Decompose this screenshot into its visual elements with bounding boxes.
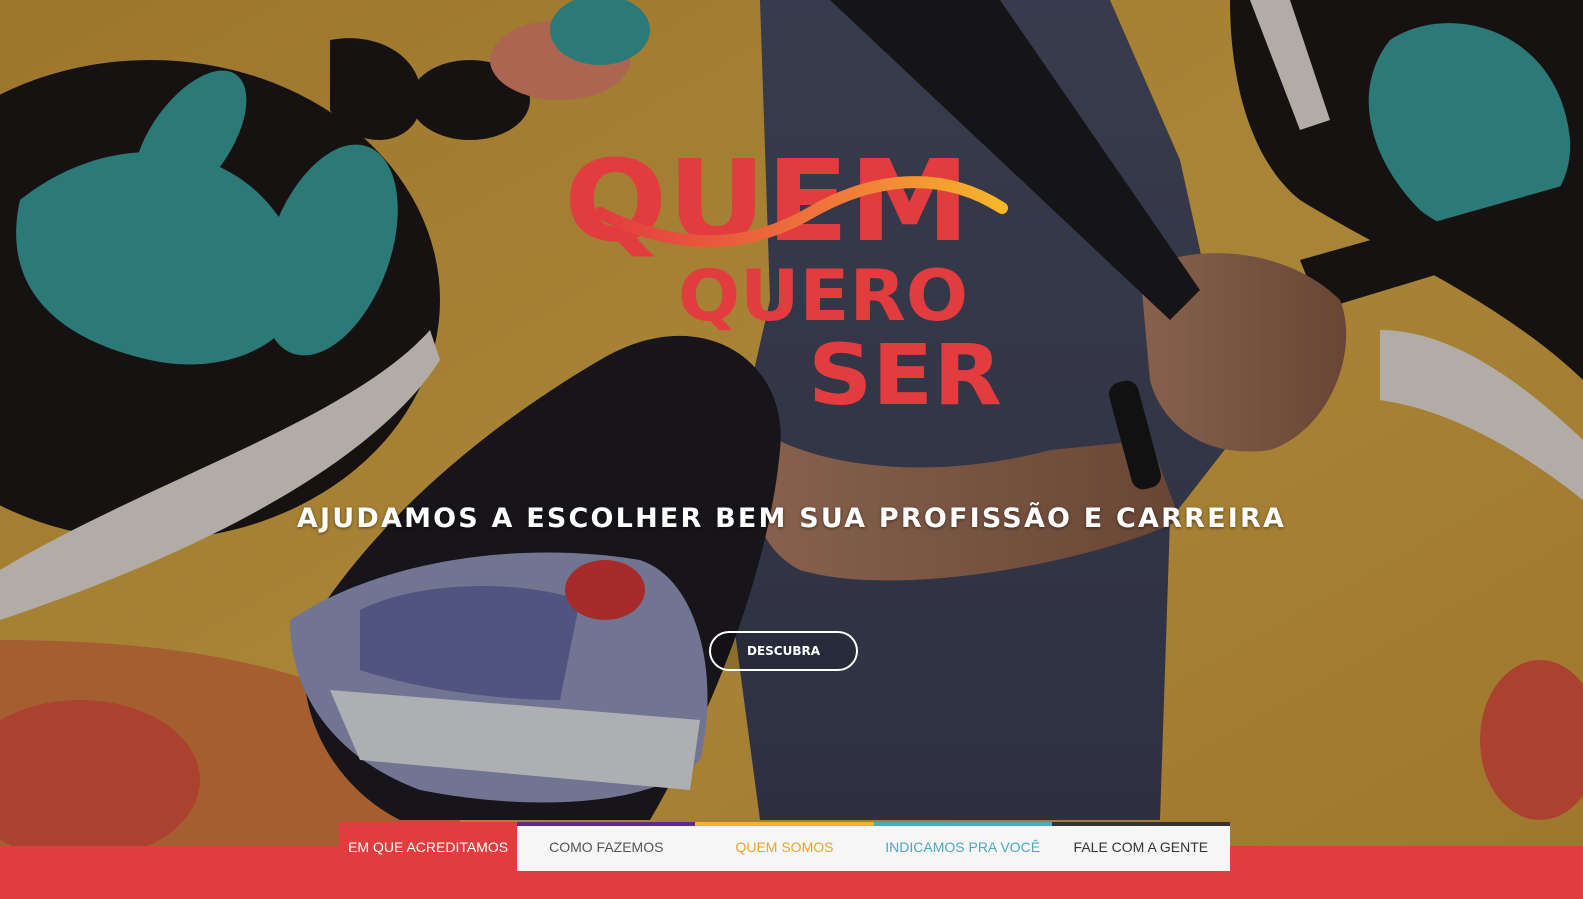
nav-accent-bar [695, 822, 874, 826]
hero-dark-overlay [0, 0, 1583, 899]
nav-item-label: QUEM SOMOS [735, 839, 834, 855]
quem-quero-ser-logo: QUEM QUERO SER [564, 138, 1008, 418]
nav-item-label: COMO FAZEMOS [549, 839, 664, 855]
hero-tagline: AJUDAMOS A ESCOLHER BEM SUA PROFISSÃO E … [296, 503, 1287, 534]
nav-item-quem-somos[interactable]: QUEM SOMOS [695, 822, 874, 871]
nav-item-label: INDICAMOS PRA VOCÊ [885, 839, 1041, 855]
landing-page: QUEM QUERO SER AJUDAMOS A ESCOLHER BEM S… [0, 0, 1583, 899]
nav-accent-bar [517, 822, 696, 826]
discover-button[interactable]: DESCUBRA [709, 631, 858, 671]
logo-word-quero: QUERO [678, 255, 968, 337]
nav-item-indicamos-pra-voce[interactable]: INDICAMOS PRA VOCÊ [873, 822, 1052, 871]
logo-word-quem: QUEM [564, 138, 970, 267]
nav-item-fale-com-a-gente[interactable]: FALE COM A GENTE [1051, 822, 1230, 871]
nav-item-como-fazemos[interactable]: COMO FAZEMOS [517, 822, 696, 871]
nav-accent-bar [339, 822, 518, 826]
section-nav: EM QUE ACREDITAMOS COMO FAZEMOS QUEM SOM… [339, 822, 1230, 871]
nav-accent-bar [873, 822, 1052, 826]
nav-item-label: EM QUE ACREDITAMOS [348, 839, 509, 855]
nav-item-label: FALE COM A GENTE [1073, 839, 1209, 855]
logo-word-ser: SER [808, 326, 1002, 418]
nav-item-em-que-acreditamos[interactable]: EM QUE ACREDITAMOS [339, 822, 518, 871]
nav-accent-bar [1051, 822, 1230, 826]
